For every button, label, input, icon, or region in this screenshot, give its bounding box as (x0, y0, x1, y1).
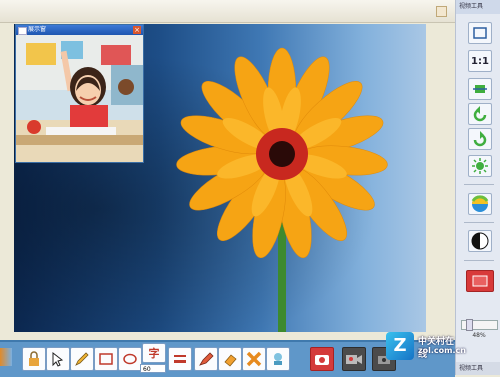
video-record-button[interactable] (342, 347, 366, 371)
text-button[interactable]: 字 (142, 343, 166, 363)
zoom-slider[interactable] (461, 319, 498, 331)
color-button[interactable] (468, 193, 492, 215)
pip-title: 展示窗 (28, 26, 47, 33)
lock-button[interactable] (22, 347, 46, 371)
contrast-button[interactable] (468, 230, 492, 252)
font-size-select[interactable]: 60 (140, 364, 166, 373)
video-camera-icon (346, 355, 362, 364)
panel-footer[interactable]: 视频工具 (456, 362, 500, 375)
thumbnail-icon[interactable] (0, 348, 12, 366)
sun-icon (472, 158, 488, 174)
rotate-left-icon (473, 106, 487, 122)
ratio-label: 1:1 (471, 55, 489, 67)
top-bar (0, 0, 455, 23)
rotate-right-icon (473, 131, 487, 147)
highlighter-button[interactable] (194, 347, 218, 371)
pip-window[interactable]: 展示窗 × (15, 24, 144, 163)
actual-size-button[interactable]: 1:1 (468, 50, 492, 72)
close-icon[interactable]: × (133, 26, 141, 34)
window-icon (18, 27, 27, 35)
line-width-icon (174, 355, 186, 363)
zol-url: zol.com.cn (418, 346, 466, 355)
cross-icon (246, 351, 262, 367)
clear-button[interactable] (242, 347, 266, 371)
color-wheel-icon (471, 195, 489, 212)
window-icon (473, 27, 487, 39)
pen-button[interactable] (70, 347, 94, 371)
pointer-button[interactable] (46, 347, 70, 371)
eraser-icon (224, 354, 237, 367)
contrast-icon (471, 232, 489, 250)
stamp-button[interactable] (266, 347, 290, 371)
text-tool-glyph: 字 (148, 347, 160, 360)
flip-button[interactable] (468, 78, 492, 100)
lock-icon (29, 351, 39, 366)
flower-image (176, 47, 388, 332)
line-width-button[interactable] (168, 347, 192, 371)
zol-watermark: Z 中关村在线 zol.com.cn (386, 332, 466, 362)
zol-logo: Z (386, 332, 414, 360)
video-tool-panel: 视频工具 1:1 48% 视频工具 (455, 0, 500, 375)
stamp-icon (274, 353, 282, 365)
rotate-left-button[interactable] (468, 103, 492, 125)
rectangle-icon (99, 353, 113, 365)
pen-icon (75, 352, 89, 366)
camera-icon (315, 355, 329, 365)
rotate-right-button[interactable] (468, 128, 492, 150)
ellipse-button[interactable] (118, 347, 142, 371)
rectangle-button[interactable] (94, 347, 118, 371)
zoom-value: 48% (472, 332, 486, 339)
slider-thumb[interactable] (466, 319, 473, 331)
eraser-button[interactable] (218, 347, 242, 371)
flip-icon (473, 85, 487, 93)
brightness-button[interactable] (468, 155, 492, 177)
close-icon[interactable] (436, 6, 447, 17)
classroom-photo (16, 35, 143, 162)
highlighter-icon (199, 352, 214, 366)
ellipse-icon (123, 353, 137, 365)
fit-window-button[interactable] (468, 22, 492, 44)
record-button[interactable] (466, 270, 494, 292)
pointer-icon (52, 351, 64, 367)
record-icon (472, 275, 488, 287)
pip-titlebar[interactable]: 展示窗 × (16, 25, 143, 35)
panel-title: 视频工具 (456, 0, 500, 14)
snapshot-button[interactable] (310, 347, 334, 371)
